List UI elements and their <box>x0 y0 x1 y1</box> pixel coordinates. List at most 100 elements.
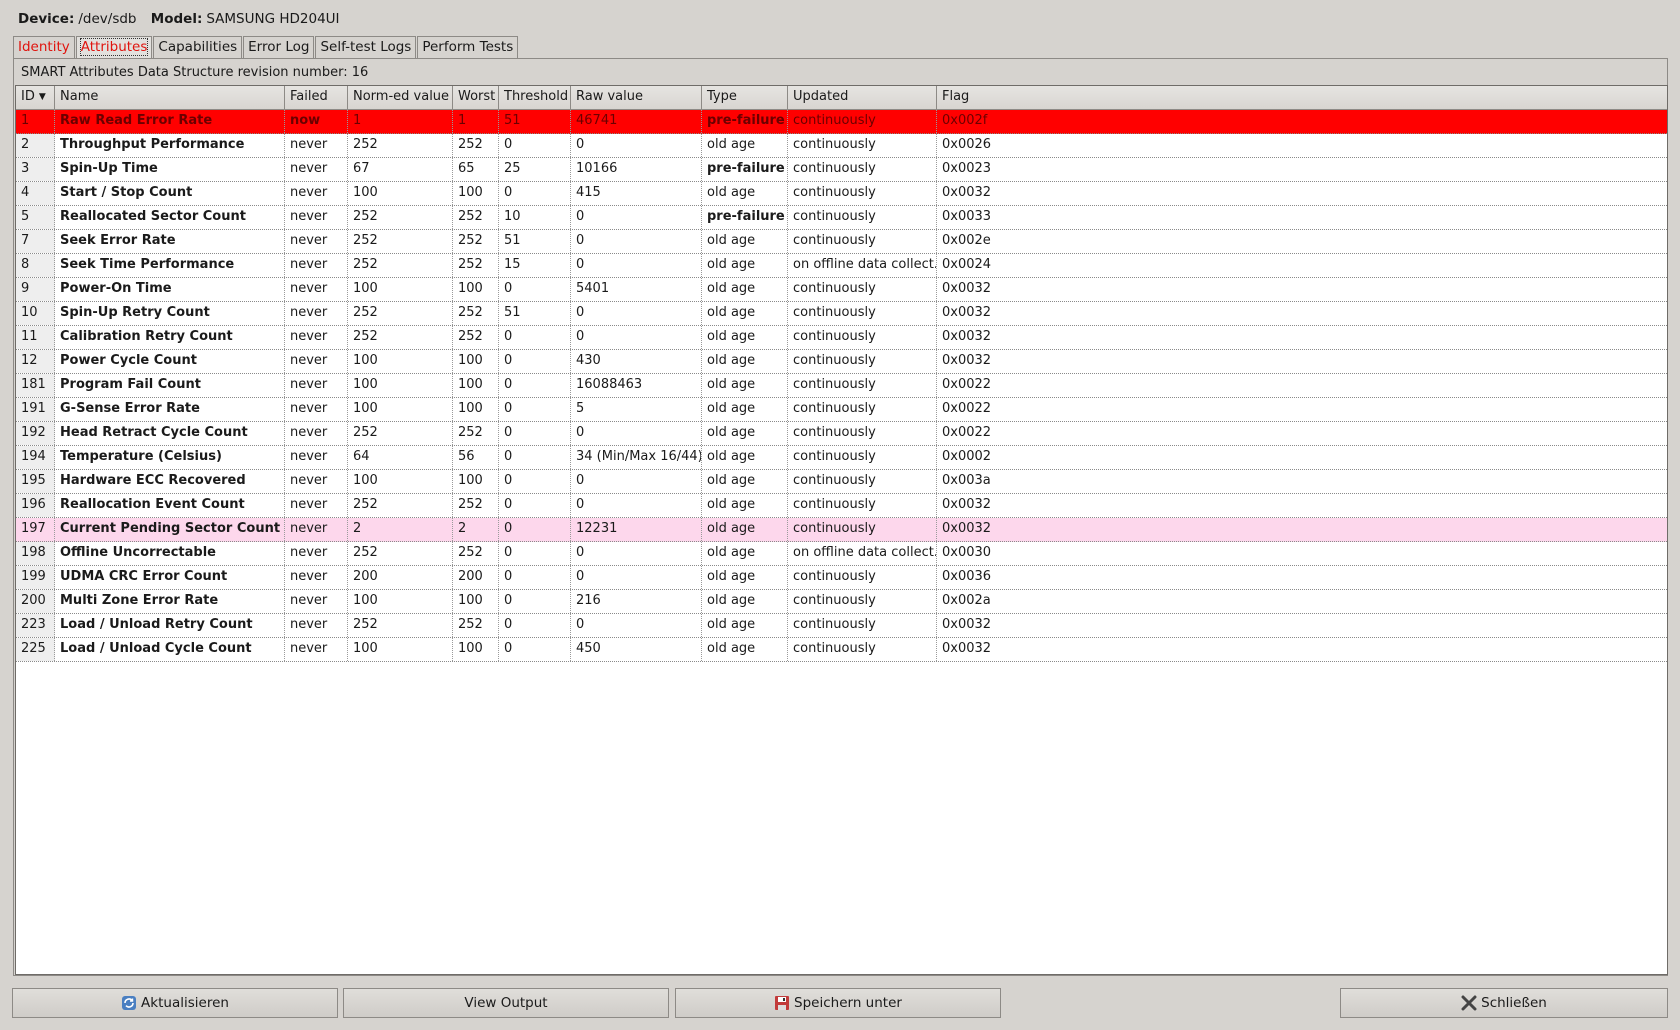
attributes-table[interactable]: ID ▼ Name Failed Norm-ed value Worst Thre… <box>15 85 1668 975</box>
cell-name: Load / Unload Cycle Count <box>55 638 285 661</box>
table-row[interactable]: 8 Seek Time Performance never 252 252 15 0 old … <box>16 254 1667 278</box>
cell-flag: 0x002a <box>942 593 991 608</box>
cell-updated: continuously <box>788 446 937 469</box>
table-row[interactable]: 199 UDMA CRC Error Count never 200 200 0 0 old … <box>16 566 1667 590</box>
cell-failed: never <box>285 182 348 205</box>
column-header-failed[interactable]: Failed <box>285 86 348 109</box>
save-icon <box>774 995 790 1011</box>
cell-failed: never <box>285 350 348 373</box>
cell-id: 3 <box>16 158 55 181</box>
cell-worst: 65 <box>453 158 499 181</box>
device-value: /dev/sdb <box>78 11 137 27</box>
table-row[interactable]: 194 Temperature (Celsius) never 64 56 0 34 (Mi… <box>16 446 1667 470</box>
cell-normed-value: 252 <box>348 230 453 253</box>
cell-updated: continuously <box>788 326 937 349</box>
column-header-flag[interactable]: Flag <box>937 86 1667 109</box>
tab-attributes[interactable]: Attributes <box>75 36 153 58</box>
column-header-name[interactable]: Name <box>55 86 285 109</box>
table-row[interactable]: 225 Load / Unload Cycle Count never 100 100 0… <box>16 638 1667 662</box>
cell-type: pre-failure <box>702 206 788 229</box>
cell-id: 181 <box>16 374 55 397</box>
cell-name: Head Retract Cycle Count <box>55 422 285 445</box>
column-header-raw-value[interactable]: Raw value <box>571 86 702 109</box>
table-row[interactable]: 192 Head Retract Cycle Count never 252 252 0 0… <box>16 422 1667 446</box>
table-row[interactable]: 4 Start / Stop Count never 100 100 0 415 old ag… <box>16 182 1667 206</box>
cell-flag: 0x0024 <box>942 257 992 272</box>
cell-normed-value: 252 <box>348 542 453 565</box>
table-row[interactable]: 200 Multi Zone Error Rate never 100 100 0 216 o… <box>16 590 1667 614</box>
table-row[interactable]: 196 Reallocation Event Count never 252 252 0 0… <box>16 494 1667 518</box>
cell-threshold: 0 <box>499 446 571 469</box>
tab-perform-tests[interactable]: Perform Tests <box>417 36 519 58</box>
cell-id: 223 <box>16 614 55 637</box>
table-row[interactable]: 223 Load / Unload Retry Count never 252 252 0… <box>16 614 1667 638</box>
cell-updated: continuously <box>788 134 937 157</box>
table-row[interactable]: 181 Program Fail Count never 100 100 0 1608846… <box>16 374 1667 398</box>
cell-type: old age <box>702 446 788 469</box>
column-header-normed-value[interactable]: Norm-ed value <box>348 86 453 109</box>
table-row[interactable]: 1 Raw Read Error Rate now 1 1 51 46741 pre-fail… <box>16 110 1667 134</box>
cell-updated: continuously <box>788 182 937 205</box>
cell-id: 199 <box>16 566 55 589</box>
column-header-id[interactable]: ID ▼ <box>16 86 55 109</box>
save-as-button[interactable]: Speichern unter <box>675 988 1001 1018</box>
table-row[interactable]: 191 G-Sense Error Rate never 100 100 0 5 old ag… <box>16 398 1667 422</box>
cell-threshold: 10 <box>499 206 571 229</box>
tab-capabilities[interactable]: Capabilities <box>153 36 243 58</box>
cell-type: old age <box>702 638 788 661</box>
table-row[interactable]: 10 Spin-Up Retry Count never 252 252 51 0 old a… <box>16 302 1667 326</box>
cell-normed-value: 100 <box>348 470 453 493</box>
cell-flag: 0x0023 <box>942 161 992 176</box>
cell-failed: never <box>285 158 348 181</box>
cell-name: Reallocated Sector Count <box>55 206 285 229</box>
table-row[interactable]: 2 Throughput Performance never 252 252 0 0 old … <box>16 134 1667 158</box>
cell-updated: continuously <box>788 422 937 445</box>
table-row[interactable]: 3 Spin-Up Time never 67 65 25 10166 pre-failure… <box>16 158 1667 182</box>
model-value: SAMSUNG HD204UI <box>206 11 340 27</box>
cell-failed: never <box>285 494 348 517</box>
cell-normed-value: 252 <box>348 422 453 445</box>
device-label: Device: <box>18 11 75 27</box>
cell-name: Current Pending Sector Count <box>55 518 285 541</box>
close-button[interactable]: Schließen <box>1340 988 1668 1018</box>
tab-identity[interactable]: Identity <box>13 36 75 58</box>
column-header-threshold[interactable]: Threshold <box>499 86 571 109</box>
cell-threshold: 0 <box>499 422 571 445</box>
cell-name: Offline Uncorrectable <box>55 542 285 565</box>
tab-error-log[interactable]: Error Log <box>243 36 315 58</box>
refresh-button[interactable]: Aktualisieren <box>12 988 338 1018</box>
column-header-type[interactable]: Type <box>702 86 788 109</box>
cell-failed: never <box>285 278 348 301</box>
cell-id: 9 <box>16 278 55 301</box>
cell-worst: 252 <box>453 614 499 637</box>
table-row[interactable]: 9 Power-On Time never 100 100 0 5401 old age con… <box>16 278 1667 302</box>
cell-raw-value: 34 (Min/Max 16/44) <box>571 446 702 469</box>
cell-flag: 0x0002 <box>942 449 992 464</box>
table-row[interactable]: 198 Offline Uncorrectable never 252 252 0 0 old… <box>16 542 1667 566</box>
column-header-worst[interactable]: Worst <box>453 86 499 109</box>
cell-failed: never <box>285 326 348 349</box>
table-row[interactable]: 195 Hardware ECC Recovered never 100 100 0 0 ol… <box>16 470 1667 494</box>
cell-worst: 100 <box>453 398 499 421</box>
cell-raw-value: 0 <box>571 230 702 253</box>
cell-raw-value: 0 <box>571 470 702 493</box>
cell-updated: continuously <box>788 494 937 517</box>
table-row[interactable]: 197 Current Pending Sector Count never 2 2 0 1… <box>16 518 1667 542</box>
close-icon <box>1461 995 1477 1011</box>
table-row[interactable]: 5 Reallocated Sector Count never 252 252 10 0 p… <box>16 206 1667 230</box>
cell-type: old age <box>702 494 788 517</box>
cell-failed: never <box>285 518 348 541</box>
table-row[interactable]: 12 Power Cycle Count never 100 100 0 430 old ag… <box>16 350 1667 374</box>
cell-updated: continuously <box>788 566 937 589</box>
cell-threshold: 51 <box>499 110 571 133</box>
column-header-updated[interactable]: Updated <box>788 86 937 109</box>
tab-self-test-logs[interactable]: Self-test Logs <box>315 36 417 58</box>
table-row[interactable]: 11 Calibration Retry Count never 252 252 0 0 ol… <box>16 326 1667 350</box>
cell-failed: never <box>285 542 348 565</box>
table-row[interactable]: 7 Seek Error Rate never 252 252 51 0 old age con… <box>16 230 1667 254</box>
view-output-button[interactable]: View Output <box>343 988 669 1018</box>
cell-threshold: 15 <box>499 254 571 277</box>
cell-normed-value: 100 <box>348 350 453 373</box>
cell-updated: continuously <box>788 638 937 661</box>
cell-flag: 0x0036 <box>942 569 992 584</box>
